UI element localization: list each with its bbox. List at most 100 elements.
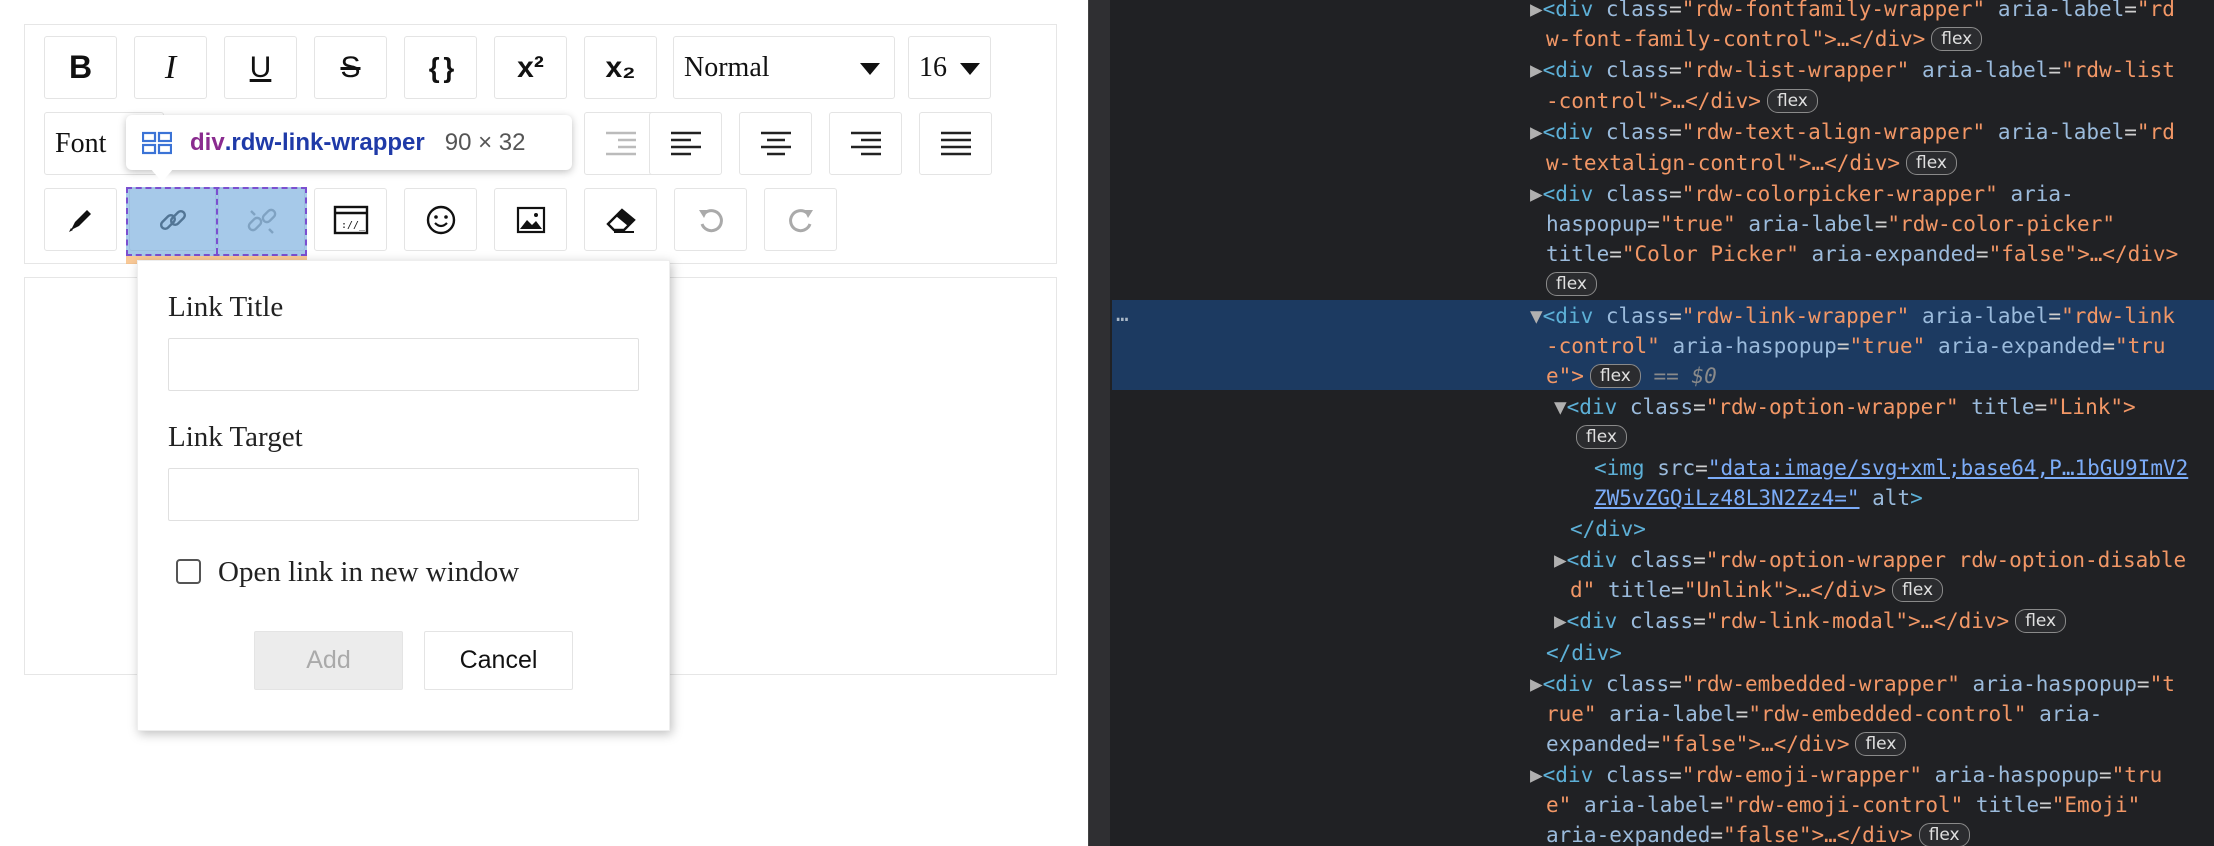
chevron-down-icon [860, 63, 880, 75]
image-button[interactable] [494, 188, 567, 251]
bold-icon: B [68, 49, 93, 85]
embedded-button[interactable]: ://_ [314, 188, 387, 251]
dom-node-continuation: flex [1576, 422, 1627, 452]
tooltip-arrow [150, 168, 174, 182]
subscript-icon: x₂ [605, 50, 636, 84]
expand-arrow-icon[interactable]: ▶ [1530, 763, 1543, 787]
underline-button[interactable]: U [224, 36, 297, 99]
align-right-button[interactable] [829, 112, 902, 175]
collapse-arrow-icon[interactable]: ▼ [1554, 395, 1567, 419]
pane-resize-handle[interactable] [1088, 0, 1110, 846]
svg-text:://_: ://_ [341, 220, 366, 231]
dom-node-text-align-wrapper[interactable]: ▶<div class="rdw-text-align-wrapper" ari… [1530, 117, 2175, 147]
outdent-button[interactable] [584, 112, 657, 175]
flex-badge[interactable]: flex [1766, 89, 1818, 113]
block-type-value: Normal [684, 51, 770, 83]
flex-badge[interactable]: flex [2015, 609, 2067, 633]
emoji-button[interactable] [404, 188, 477, 251]
flex-badge[interactable]: flex [1855, 732, 1907, 756]
align-justify-button[interactable] [919, 112, 992, 175]
color-picker-button[interactable] [44, 188, 117, 251]
dom-node-continuation: d" title="Unlink">…</div> flex [1570, 575, 1944, 605]
dom-node-continuation: -control">…</div> flex [1546, 86, 1818, 116]
link-target-label: Link Target [168, 421, 303, 453]
expand-arrow-icon[interactable]: ▶ [1554, 609, 1567, 633]
font-size-value: 16 [919, 51, 947, 83]
dom-node-continuation: aria-expanded="false">…</div> flex [1546, 820, 1970, 846]
dom-node-closing-div[interactable]: </div> [1546, 638, 1622, 668]
expand-arrow-icon[interactable]: ▶ [1530, 120, 1543, 144]
tooltip-size: 90 × 32 [444, 128, 526, 156]
flex-badge[interactable]: flex [1931, 27, 1983, 51]
remove-formatting-button[interactable] [584, 188, 657, 251]
expand-arrow-icon[interactable]: ▶ [1554, 548, 1567, 572]
expand-arrow-icon[interactable]: ▶ [1530, 58, 1543, 82]
collapse-arrow-icon[interactable]: ▼ [1530, 304, 1543, 328]
flex-layout-icon [142, 131, 172, 154]
dom-node-fontfamily-wrapper[interactable]: ▶<div class="rdw-fontfamily-wrapper" ari… [1530, 0, 2175, 24]
dom-node-colorpicker-wrapper[interactable]: ▶<div class="rdw-colorpicker-wrapper" ar… [1530, 179, 2074, 209]
code-button[interactable]: { } [404, 36, 477, 99]
dom-node-list-wrapper[interactable]: ▶<div class="rdw-list-wrapper" aria-labe… [1530, 55, 2175, 85]
link-target-input[interactable] [168, 468, 639, 521]
bold-button[interactable]: B [44, 36, 117, 99]
open-new-window-label: Open link in new window [218, 556, 520, 588]
dom-node-continuation: e" aria-label="rdw-emoji-control" title=… [1546, 793, 2141, 817]
dom-node-closing-div[interactable]: </div> [1570, 514, 1646, 544]
emoji-icon [426, 205, 455, 234]
selected-node-marker: == $0 [1653, 364, 1717, 388]
flex-badge[interactable]: flex [1892, 578, 1944, 602]
subscript-button[interactable]: x₂ [584, 36, 657, 99]
devtools-elements-panel: … ▶<div class="rdw-fontfamily-wrapper" a… [1110, 0, 2214, 846]
flex-badge[interactable]: flex [1589, 364, 1641, 388]
flex-badge[interactable]: flex [1546, 272, 1597, 296]
align-left-button[interactable] [649, 112, 722, 175]
undo-icon [698, 208, 723, 232]
strikethrough-button[interactable]: S [314, 36, 387, 99]
dom-node-continuation: rue" aria-label="rdw-embedded-control" a… [1546, 702, 2103, 726]
expand-arrow-icon[interactable]: ▶ [1530, 672, 1543, 696]
dom-node-img[interactable]: <img src="data:image/svg+xml;base64,P…1b… [1594, 453, 2188, 483]
dom-node-option-wrapper-link[interactable]: ▼<div class="rdw-option-wrapper" title="… [1554, 392, 2136, 422]
superscript-button[interactable]: x² [494, 36, 567, 99]
align-center-button[interactable] [739, 112, 812, 175]
image-icon [516, 206, 545, 233]
dom-node-emoji-wrapper[interactable]: ▶<div class="rdw-emoji-wrapper" aria-has… [1530, 760, 2162, 790]
italic-button[interactable]: I [134, 36, 207, 99]
eraser-icon [605, 207, 636, 233]
italic-icon: I [164, 48, 177, 86]
font-size-dropdown[interactable]: 16 [908, 36, 991, 99]
flex-badge[interactable]: flex [1918, 823, 1970, 846]
redo-button[interactable] [764, 188, 837, 251]
inspect-highlight-divider [216, 189, 218, 254]
link-modal: Link Title Link Target Open link in new … [137, 260, 670, 731]
open-new-window-checkbox[interactable] [176, 559, 201, 584]
dom-node-embedded-wrapper[interactable]: ▶<div class="rdw-embedded-wrapper" aria-… [1530, 669, 2175, 699]
dom-node-continuation: ZW5vZGQiLz48L3N2Zz4=" alt> [1594, 486, 1923, 510]
dom-node-link-modal[interactable]: ▶<div class="rdw-link-modal">…</div> flex [1554, 606, 2067, 636]
code-icon: { } [428, 51, 455, 83]
tooltip-tag-name: div [190, 128, 225, 156]
align-center-icon [760, 131, 791, 155]
flex-badge[interactable]: flex [1906, 151, 1957, 175]
node-actions-dots-icon[interactable]: … [1116, 302, 1129, 326]
expand-arrow-icon[interactable]: ▶ [1530, 0, 1543, 21]
add-link-button[interactable]: Add [254, 631, 403, 690]
dom-node-link-wrapper-selected[interactable]: ▼<div class="rdw-link-wrapper" aria-labe… [1530, 301, 2175, 331]
link-title-input[interactable] [168, 338, 639, 391]
link-title-label: Link Title [168, 291, 284, 323]
chevron-down-icon [960, 63, 980, 75]
expand-arrow-icon[interactable]: ▶ [1530, 182, 1543, 206]
dom-node-continuation: expanded="false">…</div> flex [1546, 729, 1907, 759]
dom-node-option-wrapper-unlink[interactable]: ▶<div class="rdw-option-wrapper rdw-opti… [1554, 545, 2186, 575]
flex-badge[interactable]: flex [1576, 425, 1627, 449]
underline-icon: U [249, 50, 272, 84]
dom-node-continuation: title="Color Picker" aria-expanded="fals… [1546, 242, 2179, 266]
cancel-button[interactable]: Cancel [424, 631, 573, 690]
editor-pane: B I U S { } x² x₂ Normal 16 Font://_ di… [0, 0, 1088, 846]
dom-node-continuation: -control" aria-haspopup="true" aria-expa… [1546, 334, 2166, 358]
inspect-tooltip: div .rdw-link-wrapper 90 × 32 [126, 115, 572, 170]
block-type-dropdown[interactable]: Normal [673, 36, 895, 99]
dom-node-continuation: w-textalign-control">…</div> flex [1546, 148, 1957, 178]
undo-button[interactable] [674, 188, 747, 251]
